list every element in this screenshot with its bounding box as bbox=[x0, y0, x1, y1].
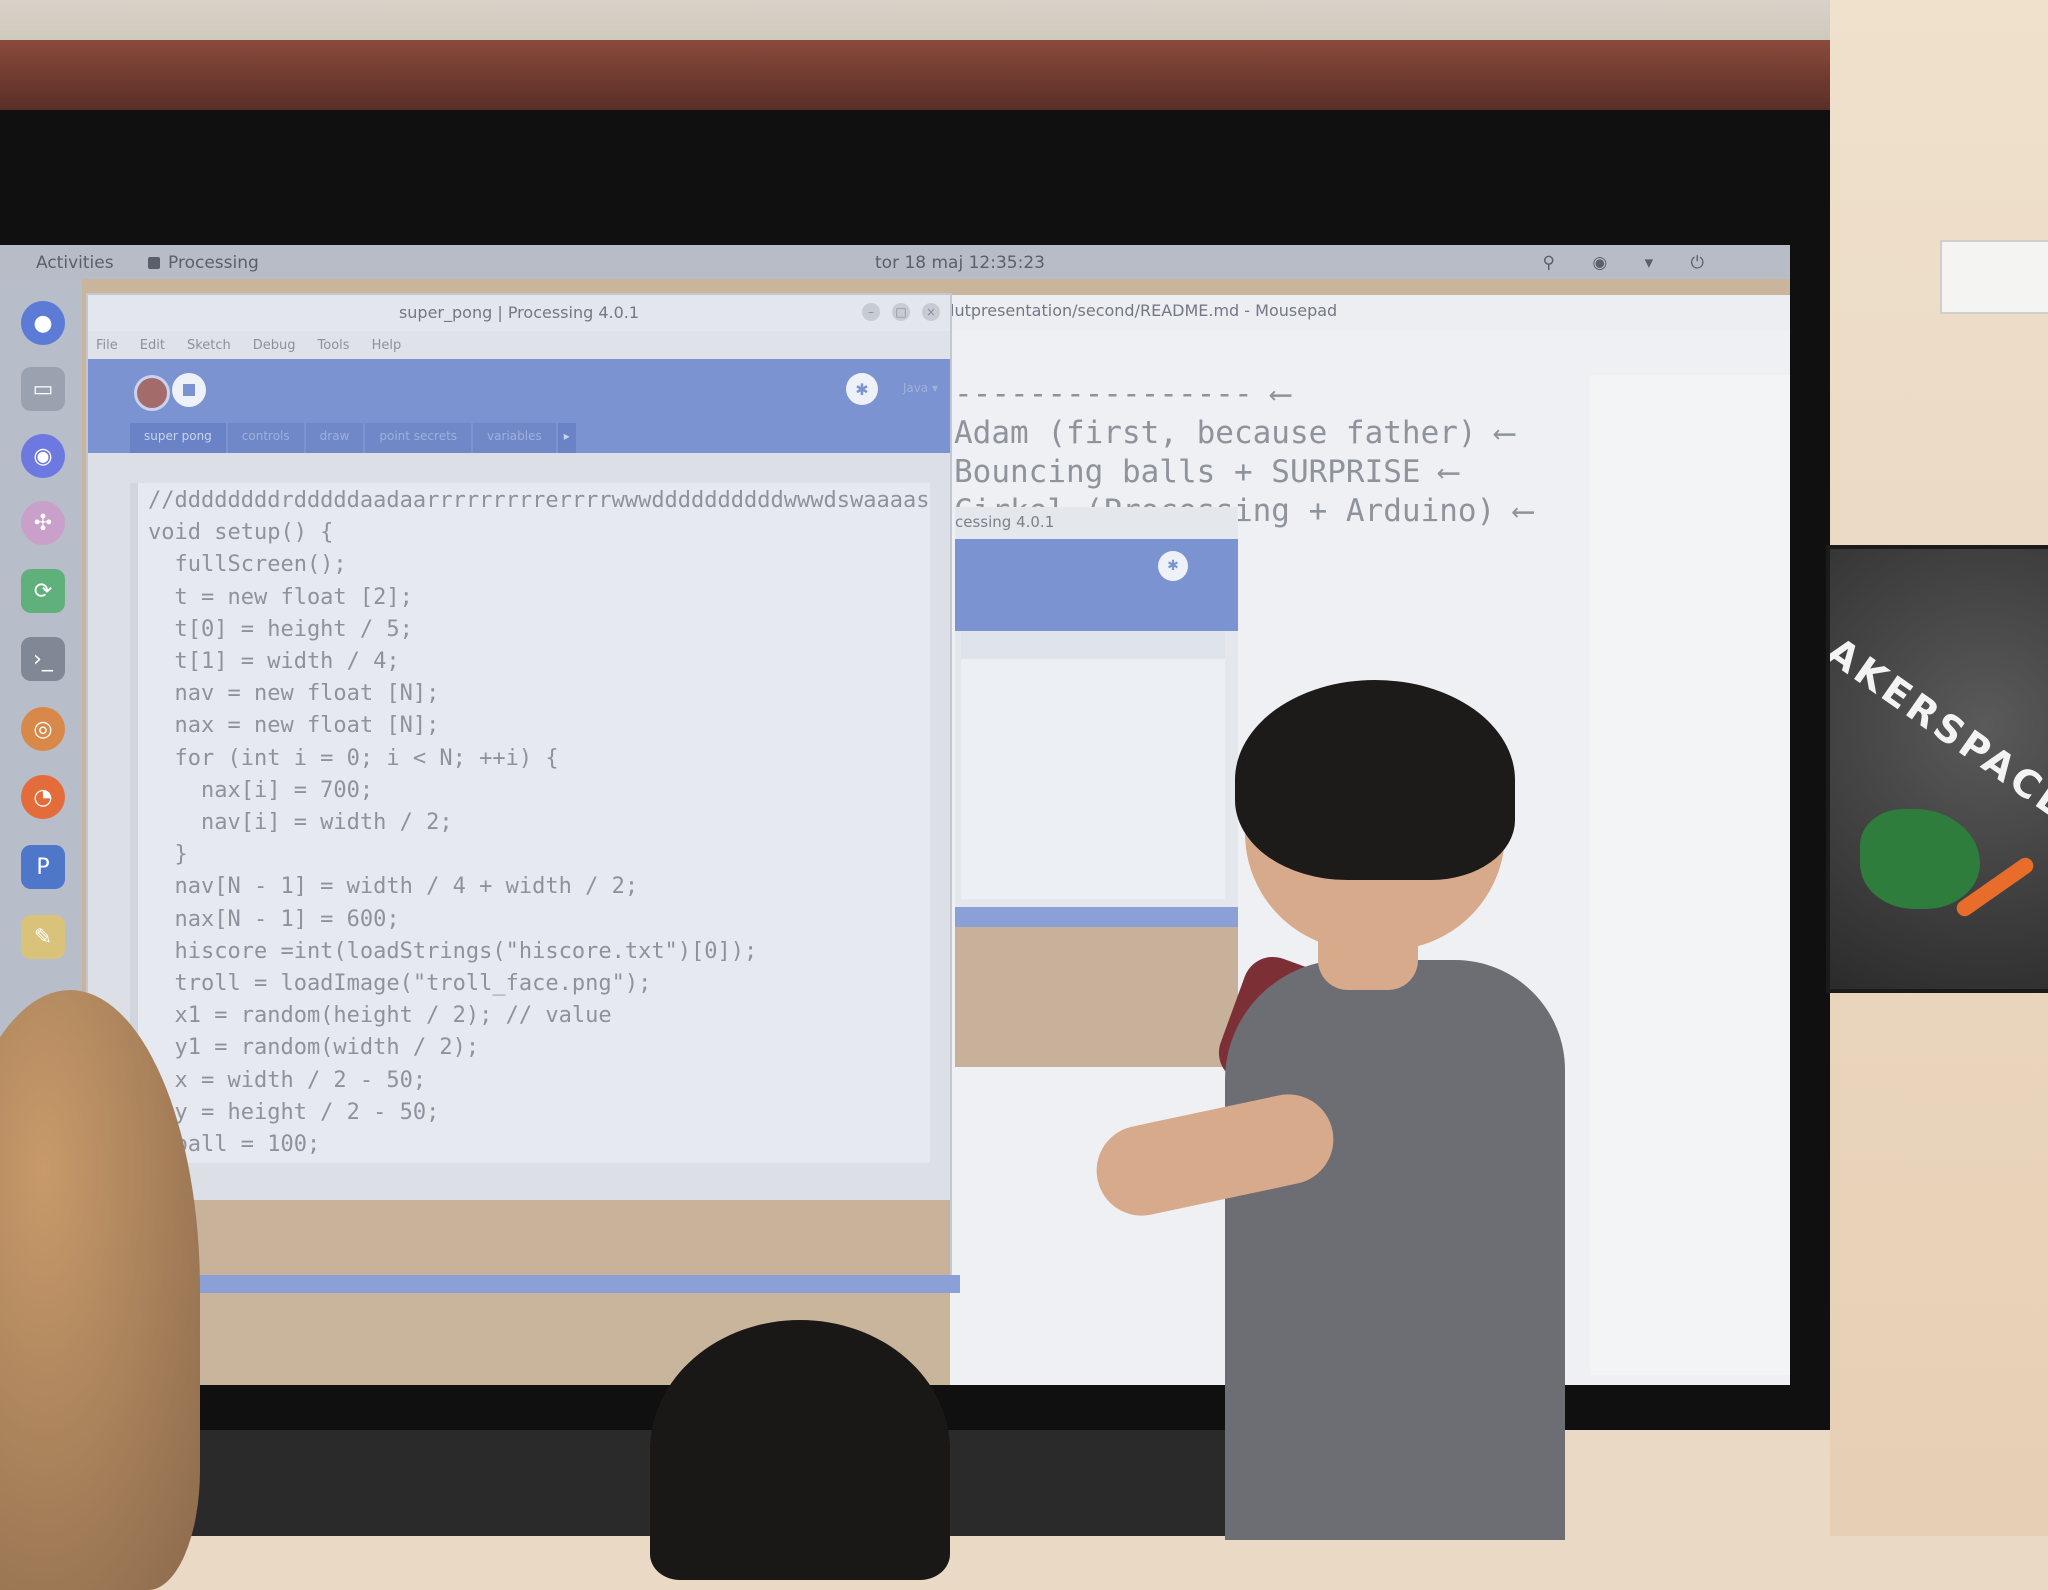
slack-icon[interactable]: ✣ bbox=[21, 501, 65, 545]
code-text: //ddddddddrdddddaadaarrrrrrrrrerrrrwwwdd… bbox=[148, 488, 930, 1158]
ide-titlebar[interactable]: super_pong | Processing 4.0.1 – □ × bbox=[88, 295, 950, 331]
processing-app-icon bbox=[148, 257, 160, 269]
tab-menu-arrow[interactable]: ▸ bbox=[557, 423, 576, 453]
tab-point-secrets[interactable]: point secrets bbox=[365, 423, 472, 453]
processing-window: super_pong | Processing 4.0.1 – □ × File… bbox=[88, 295, 950, 1290]
menu-sketch[interactable]: Sketch bbox=[187, 338, 231, 353]
editor-icon[interactable]: ✎ bbox=[21, 915, 65, 959]
maximize-icon[interactable]: □ bbox=[892, 303, 910, 321]
poster-leaf-graphic bbox=[1860, 809, 1980, 909]
makerspace-poster: AKERSPACE bbox=[1826, 545, 2048, 993]
activities-button[interactable]: Activities bbox=[36, 253, 114, 273]
ide-menubar: File Edit Sketch Debug Tools Help bbox=[88, 331, 950, 359]
sync-icon[interactable]: ⟳ bbox=[21, 569, 65, 613]
mousepad-titlebar[interactable]: lutpresentation/second/README.md - Mouse… bbox=[950, 295, 1790, 331]
app-menu-label: Processing bbox=[168, 253, 259, 273]
debug-icon[interactable]: ✱ bbox=[846, 373, 878, 405]
tab-variables[interactable]: variables bbox=[473, 423, 556, 453]
menu-file[interactable]: File bbox=[96, 338, 118, 353]
presenter-body bbox=[1225, 960, 1565, 1540]
mousepad-margin bbox=[1590, 375, 1790, 1375]
discord-icon[interactable]: ◉ bbox=[21, 434, 65, 478]
minimize-icon[interactable]: – bbox=[862, 303, 880, 321]
menu-help[interactable]: Help bbox=[372, 338, 402, 353]
firefox-icon[interactable]: ◔ bbox=[21, 775, 65, 819]
stop-icon bbox=[183, 384, 195, 396]
stop-button[interactable] bbox=[172, 373, 206, 407]
menu-tools[interactable]: Tools bbox=[318, 338, 350, 353]
tab-controls[interactable]: controls bbox=[227, 423, 304, 453]
sketch-tabs: super pong controls draw point secrets v… bbox=[88, 423, 950, 453]
code-editor[interactable]: //ddddddddrdddddaadaarrrrrrrrrerrrrwwwdd… bbox=[130, 483, 930, 1163]
screen-housing bbox=[0, 40, 1830, 110]
secondary-tab-strip bbox=[961, 631, 1225, 659]
mode-select[interactable]: Java ▾ bbox=[903, 381, 938, 395]
secondary-status-strip bbox=[955, 907, 1238, 927]
close-icon[interactable]: × bbox=[922, 303, 940, 321]
gnome-top-bar: Activities Processing tor 18 maj 12:35:2… bbox=[0, 245, 1790, 279]
debug-icon[interactable]: ✱ bbox=[1158, 551, 1188, 581]
processing-icon[interactable]: P bbox=[21, 845, 65, 889]
menu-edit[interactable]: Edit bbox=[140, 338, 165, 353]
secondary-titlebar[interactable]: cessing 4.0.1 bbox=[955, 507, 1238, 539]
mousepad-title: lutpresentation/second/README.md - Mouse… bbox=[950, 301, 1338, 320]
poster-text: AKERSPACE bbox=[1826, 629, 2048, 829]
files-icon[interactable]: ▭ bbox=[21, 367, 65, 411]
chromium-icon[interactable]: ● bbox=[21, 301, 65, 345]
wall-device bbox=[1940, 240, 2048, 314]
ide-title: super_pong | Processing 4.0.1 bbox=[398, 303, 640, 322]
tab-draw[interactable]: draw bbox=[305, 423, 364, 453]
audience-member-center bbox=[650, 1320, 950, 1580]
secondary-toolbar: ✱ bbox=[955, 539, 1238, 631]
system-tray[interactable]: ⚲ ◉ ▾ ⏻ bbox=[1543, 253, 1720, 273]
menu-debug[interactable]: Debug bbox=[253, 338, 296, 353]
secondary-editor[interactable] bbox=[961, 659, 1225, 899]
app-menu[interactable]: Processing bbox=[148, 253, 259, 273]
processing-window-secondary: cessing 4.0.1 ✱ bbox=[955, 507, 1238, 1067]
secondary-title: cessing 4.0.1 bbox=[955, 513, 1055, 531]
clock[interactable]: tor 18 maj 12:35:23 bbox=[875, 253, 1045, 273]
run-button[interactable] bbox=[134, 375, 170, 411]
ide-toolbar: ✱ Java ▾ bbox=[88, 359, 950, 423]
secondary-console bbox=[955, 907, 1238, 1067]
blender-icon[interactable]: ◎ bbox=[21, 707, 65, 751]
presenter-hair bbox=[1235, 680, 1515, 880]
terminal-icon[interactable]: ›_ bbox=[21, 637, 65, 681]
tab-super-pong[interactable]: super pong bbox=[130, 423, 226, 453]
